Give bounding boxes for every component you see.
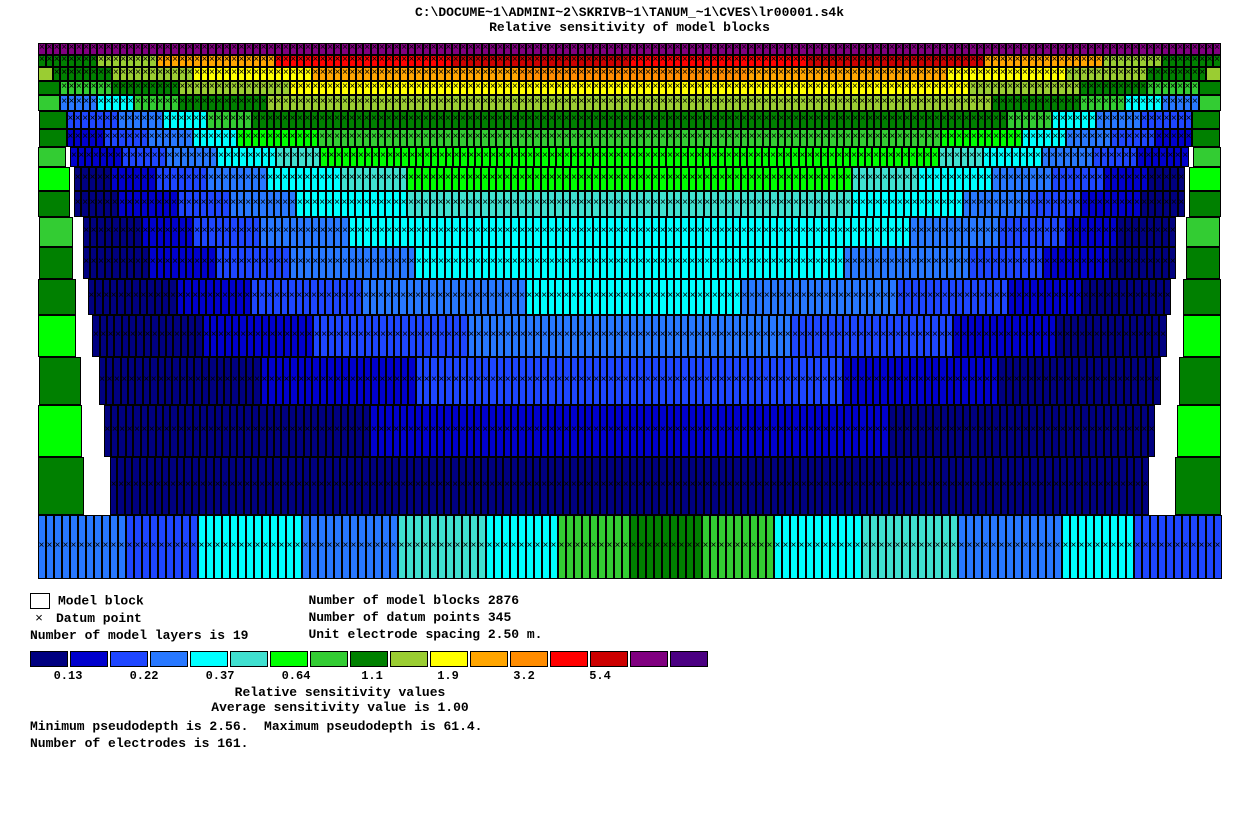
legend-area: Model block × Datum point Number of model… <box>30 591 1229 645</box>
scale-color-box <box>590 651 628 667</box>
num-electrodes-text: Number of electrodes is 161. <box>30 736 1229 751</box>
scale-color-box <box>150 651 188 667</box>
model-block-label: Model block <box>58 593 144 608</box>
scale-color-box <box>190 651 228 667</box>
model-block-icon <box>30 593 50 609</box>
file-path: C:\DOCUME~1\ADMINI~2\SKRIVB~1\TANUM_~1\C… <box>30 5 1229 20</box>
datum-point-icon: × <box>30 611 48 626</box>
scale-tick-label: 0.64 <box>282 669 311 683</box>
electrode-spacing-text: Unit electrode spacing 2.50 m. <box>308 627 542 642</box>
scale-color-box <box>230 651 268 667</box>
num-layers-text: Number of model layers is 19 <box>30 628 248 643</box>
num-datum-text: Number of datum points 345 <box>308 610 542 625</box>
scale-tick-label: 1.1 <box>361 669 383 683</box>
scale-color-box <box>510 651 548 667</box>
datum-point-label: Datum point <box>56 611 142 626</box>
scale-color-box <box>310 651 348 667</box>
scale-color-box <box>110 651 148 667</box>
avg-sensitivity-text: Average sensitivity value is 1.00 <box>30 700 650 715</box>
sensitivity-heatmap <box>30 43 1229 579</box>
scale-tick-label: 5.4 <box>589 669 611 683</box>
scale-color-box <box>30 651 68 667</box>
max-pseudo-text: Maximum pseudodepth is 61.4. <box>264 719 482 734</box>
scale-tick-label: 3.2 <box>513 669 535 683</box>
scale-tick-label: 0.13 <box>54 669 83 683</box>
scale-color-box <box>470 651 508 667</box>
scale-color-box <box>70 651 108 667</box>
scale-tick-label: 1.9 <box>437 669 459 683</box>
scale-color-box <box>390 651 428 667</box>
color-scale: 0.13 0.22 0.37 0.64 1.1 1.9 3.2 5.4 Relative se… <box>30 651 1229 715</box>
scale-color-box <box>670 651 708 667</box>
scale-color-box <box>350 651 388 667</box>
scale-tick-label: 0.37 <box>206 669 235 683</box>
scale-color-box <box>550 651 588 667</box>
chart-title: Relative sensitivity of model blocks <box>30 20 1229 35</box>
scale-color-box <box>630 651 668 667</box>
num-blocks-text: Number of model blocks 2876 <box>308 593 542 608</box>
scale-title: Relative sensitivity values <box>30 685 650 700</box>
scale-color-box <box>270 651 308 667</box>
scale-tick-label: 0.22 <box>130 669 159 683</box>
min-pseudo-text: Minimum pseudodepth is 2.56. <box>30 719 248 734</box>
scale-color-box <box>430 651 468 667</box>
